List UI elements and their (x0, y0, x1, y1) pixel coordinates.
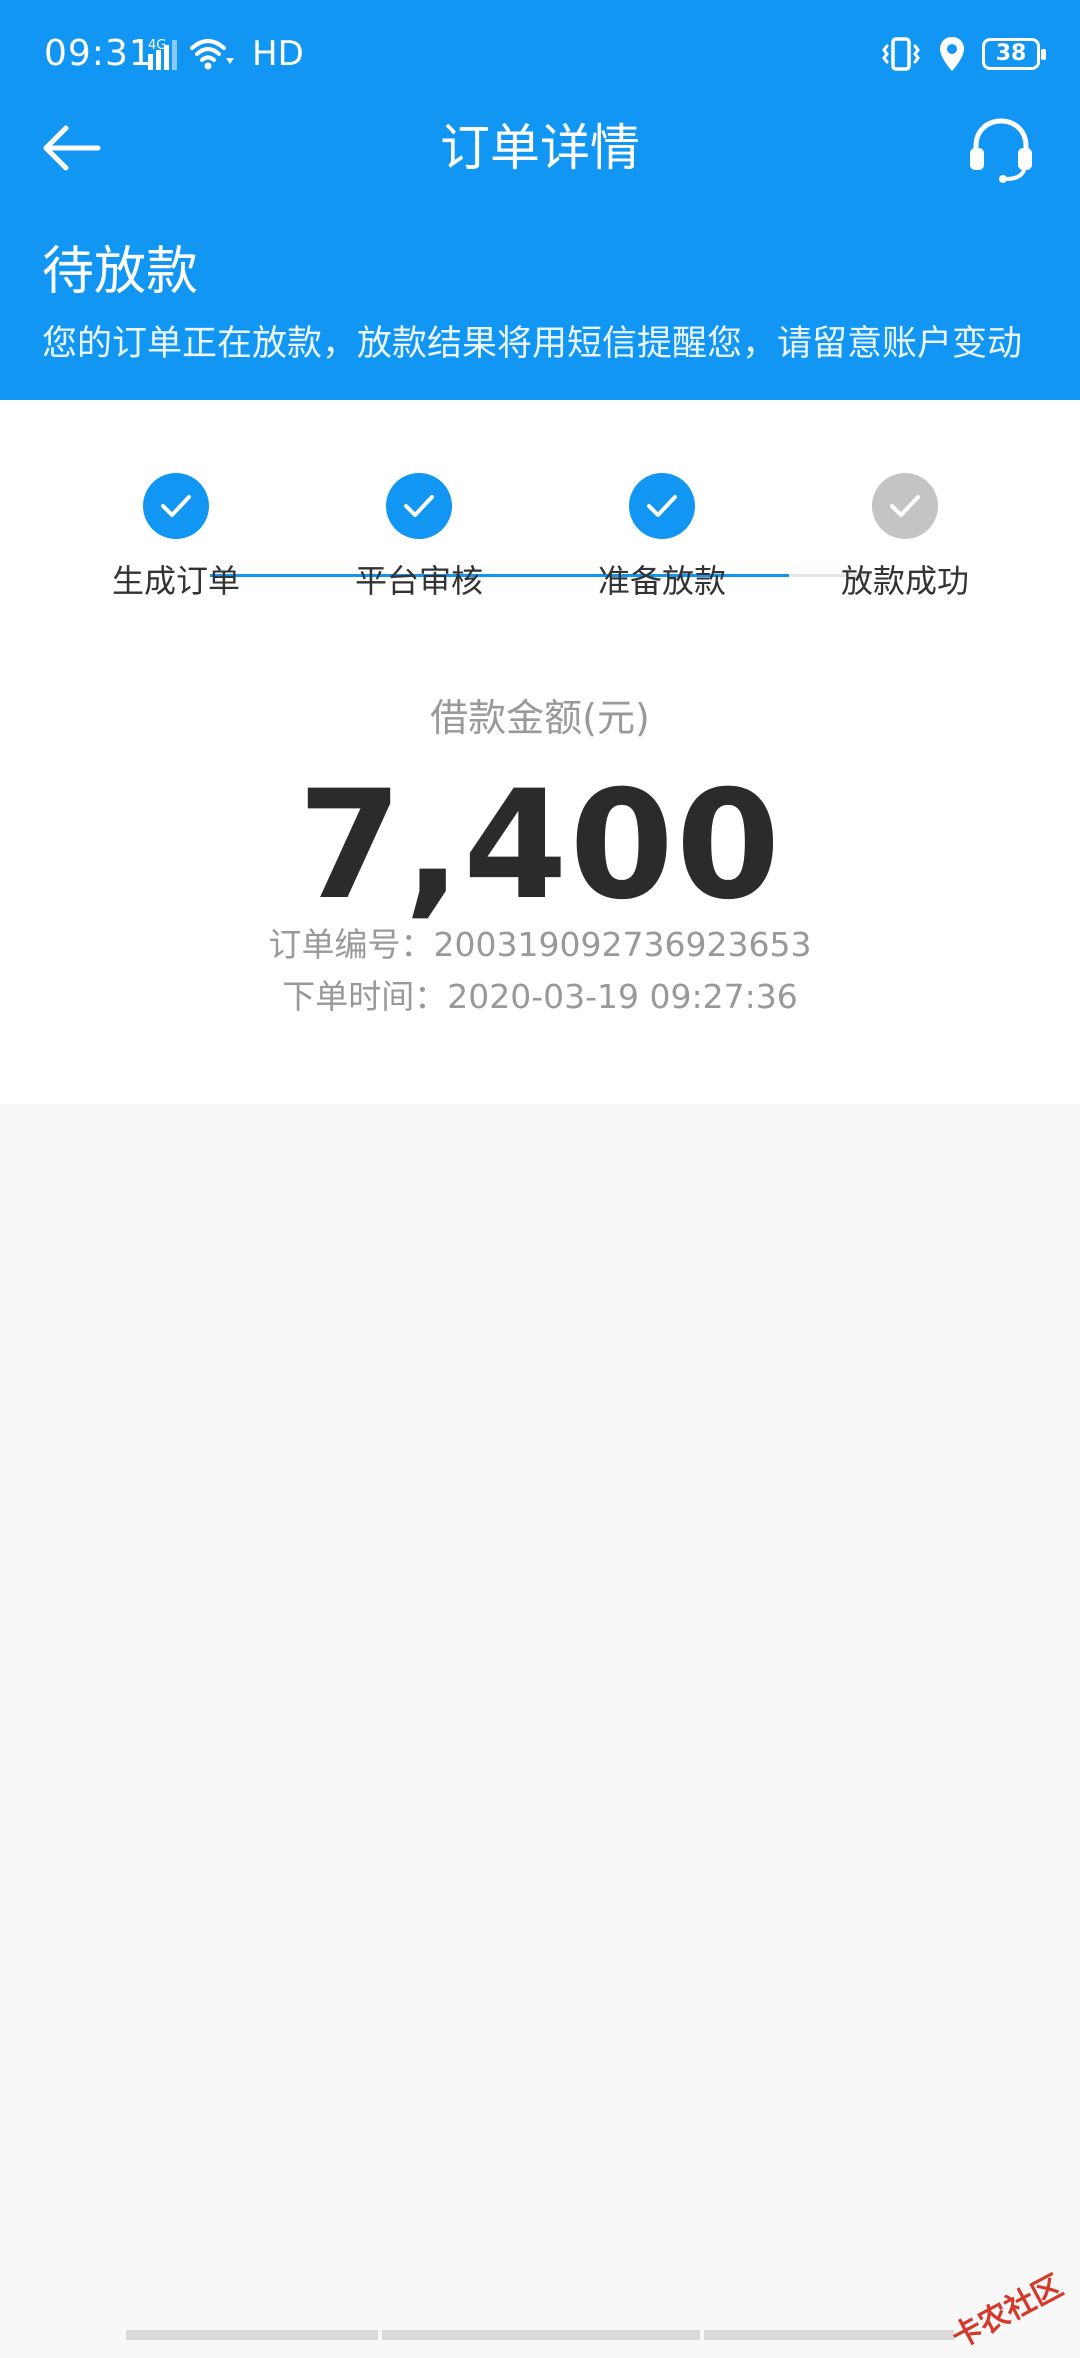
order-status-heading: 待放款 (42, 242, 199, 302)
loan-amount-label: 借款金额(元) (430, 696, 650, 740)
step-check-icon (629, 473, 695, 539)
page-title: 订单详情 (440, 119, 640, 177)
signal-icon: 4G (148, 34, 240, 74)
step-label: 生成订单 (111, 562, 240, 600)
step-platform-review: 平台审核 (319, 473, 519, 603)
bottom-tab-indicator (382, 2330, 700, 2340)
bottom-tab-indicator (704, 2330, 954, 2340)
headset-icon (970, 118, 1032, 183)
location-icon (940, 37, 964, 71)
vibrate-icon (882, 37, 920, 71)
progress-steps: 生成订单 平台审核 准备放款 放款成功 (0, 470, 1080, 620)
step-check-icon (386, 473, 452, 539)
network-label: HD (252, 34, 304, 74)
bottom-tab-indicator (126, 2330, 378, 2340)
step-check-icon (872, 473, 938, 539)
battery-icon: 38 (982, 38, 1046, 70)
customer-service-button[interactable] (966, 114, 1036, 184)
step-check-icon (143, 473, 209, 539)
step-create-order: 生成订单 (76, 473, 276, 603)
step-label: 准备放款 (597, 562, 726, 600)
loan-amount-value: 7,400 (297, 759, 783, 933)
order-status-description: 您的订单正在放款，放款结果将用短信提醒您，请留意账户变动 (42, 324, 1023, 364)
watermark: 卡农社区 (946, 2268, 1069, 2356)
step-label: 放款成功 (840, 562, 969, 600)
step-loan-success: 放款成功 (805, 473, 1005, 603)
wifi-icon (190, 39, 234, 70)
step-label: 平台审核 (354, 562, 483, 600)
order-number: 订单编号：200319092736923653 (268, 925, 812, 964)
page-header: 09:31 4G HD 38 订单详情 待放款 您的订单正在放款，放款结果将用短… (0, 0, 1080, 400)
status-bar: 09:31 4G HD 38 (0, 0, 1080, 100)
order-card: 生成订单 平台审核 准备放款 放款成功 借款金额(元) 7,400 订单编号：2… (0, 400, 1080, 1104)
order-time: 下单时间：2020-03-19 09:27:36 (282, 977, 798, 1016)
status-right-icons: 38 (880, 32, 1046, 76)
nav-bar: 订单详情 (0, 100, 1080, 196)
step-prepare-loan: 准备放款 (562, 473, 762, 603)
status-time: 09:31 (44, 33, 153, 74)
